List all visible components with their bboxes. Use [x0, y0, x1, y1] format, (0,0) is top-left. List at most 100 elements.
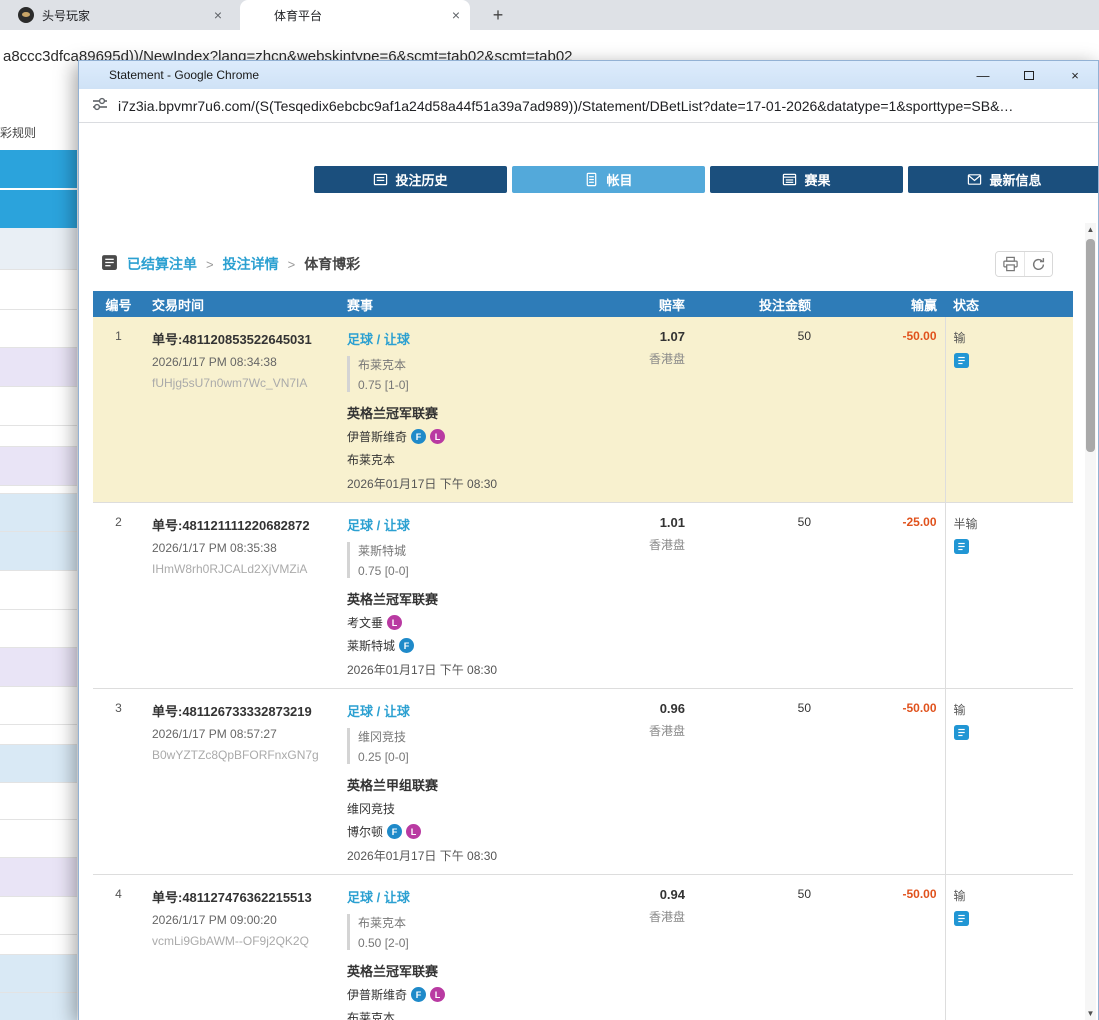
odds-value: 1.07 [602, 329, 685, 344]
bet-slip-icon[interactable] [954, 911, 969, 926]
team-line: 布莱克本 [347, 1009, 586, 1020]
history-icon [373, 172, 388, 187]
background-sidebar-row [0, 348, 77, 387]
bet-amount: 50 [693, 317, 819, 503]
badge-f-icon: F [411, 987, 426, 1002]
winloss-value: -50.00 [819, 875, 945, 1020]
team-name: 维冈竞技 [347, 800, 395, 817]
order-number: 单号:481120853522645031 [152, 329, 331, 348]
background-sidebar-row [0, 820, 77, 858]
site-settings-icon[interactable] [91, 95, 109, 116]
browser-tab-strip: 头号玩家 × 体育平台 × + [0, 0, 1099, 30]
background-sidebar-row [0, 610, 77, 648]
refresh-button[interactable] [1024, 252, 1052, 276]
popup-url-bar[interactable]: i7z3ia.bpvmr7u6.com/(S(Tesqedix6ebcbc9af… [79, 89, 1098, 123]
pick-name: 布莱克本 [358, 914, 586, 931]
background-sidebar-row [0, 935, 77, 955]
bet-type-link[interactable]: 足球 / 让球 [347, 518, 410, 533]
nav-label: 帐目 [606, 170, 632, 189]
ref-code: B0wYZTZc8QpBFORFnxGN7g [152, 748, 331, 762]
odds-type: 香港盘 [602, 350, 685, 367]
maximize-button[interactable] [1006, 61, 1052, 89]
nav-results-button[interactable]: 赛果 [710, 166, 903, 193]
header-odds: 赔率 [594, 291, 693, 317]
minimize-button[interactable]: — [960, 61, 1006, 89]
table-header: 编号 交易时间 赛事 赔率 投注金额 输赢 状态 [93, 291, 1073, 317]
background-sidebar-row [0, 648, 77, 687]
pick-name: 维冈竞技 [358, 728, 586, 745]
bet-table-body: 1 单号:481120853522645031 2026/1/17 PM 08:… [93, 317, 1073, 1020]
background-page-sidebar: 彩规则 [0, 64, 78, 1020]
pick-name: 布莱克本 [358, 356, 586, 373]
status-text: 输 [954, 329, 1066, 346]
popup-titlebar[interactable]: Statement - Google Chrome — × [79, 61, 1098, 89]
team-name: 伊普斯维奇 [347, 986, 407, 1003]
pick-block: 维冈竞技 0.25 [0-0] [347, 728, 586, 764]
breadcrumb-bet-details[interactable]: 投注详情 [223, 254, 279, 274]
breadcrumb-separator: > [206, 257, 214, 272]
team-name: 布莱克本 [347, 1009, 395, 1020]
scroll-up-icon[interactable]: ▲ [1085, 223, 1096, 236]
scrollbar-thumb[interactable] [1086, 239, 1095, 452]
breadcrumb-settled-bets[interactable]: 已结算注单 [127, 254, 197, 274]
nav-label: 最新信息 [989, 170, 1041, 189]
row-number: 2 [93, 503, 144, 689]
background-sidebar-row [0, 783, 77, 820]
handicap: 0.75 [0-0] [358, 564, 586, 578]
nav-bet-history-button[interactable]: 投注历史 [314, 166, 507, 193]
badge-l-icon: L [406, 824, 421, 839]
popup-scrollbar[interactable]: ▲ ▼ [1085, 223, 1096, 1020]
new-tab-button[interactable]: + [486, 4, 510, 28]
header-winloss: 输赢 [819, 291, 945, 317]
team-line: 莱斯特城F [347, 637, 586, 654]
background-sidebar-row [0, 447, 77, 486]
team-name: 布莱克本 [347, 451, 395, 468]
window-controls: — × [960, 61, 1098, 89]
tab-close-icon[interactable]: × [214, 8, 222, 22]
team-name: 莱斯特城 [347, 637, 395, 654]
table-row: 4 单号:481127476362215513 2026/1/17 PM 09:… [93, 875, 1073, 1020]
popup-url-text[interactable]: i7z3ia.bpvmr7u6.com/(S(Tesqedix6ebcbc9af… [118, 98, 1013, 114]
bet-statement-table: 编号 交易时间 赛事 赔率 投注金额 输赢 状态 1 单号:4811208535… [93, 291, 1073, 1020]
nav-latest-info-button[interactable]: 最新信息 [908, 166, 1098, 193]
close-button[interactable]: × [1052, 61, 1098, 89]
handicap: 0.25 [0-0] [358, 750, 586, 764]
nav-label: 投注历史 [395, 170, 447, 189]
bet-slip-icon[interactable] [954, 539, 969, 554]
team-line: 伊普斯维奇FL [347, 986, 586, 1003]
tab-close-icon[interactable]: × [452, 8, 460, 22]
team-name: 伊普斯维奇 [347, 428, 407, 445]
ref-code: vcmLi9GbAWM--OF9j2QK2Q [152, 934, 331, 948]
background-sidebar-row [0, 150, 77, 188]
bet-type-link[interactable]: 足球 / 让球 [347, 890, 410, 905]
background-sidebar-row [0, 426, 77, 447]
browser-tab-active[interactable]: 体育平台 × [240, 0, 470, 30]
league-name: 英格兰冠军联赛 [347, 961, 586, 980]
background-sidebar-row [0, 993, 77, 1020]
print-button[interactable] [996, 252, 1024, 276]
row-number: 4 [93, 875, 144, 1020]
table-row: 2 单号:481121111220682872 2026/1/17 PM 08:… [93, 503, 1073, 689]
breadcrumb-current: 体育博彩 [304, 254, 360, 274]
background-sidebar-row [0, 494, 77, 532]
nav-accounts-button[interactable]: 帐目 [512, 166, 705, 193]
browser-tab-inactive[interactable]: 头号玩家 × [8, 0, 232, 30]
team-line: 维冈竞技 [347, 800, 586, 817]
bet-amount: 50 [693, 503, 819, 689]
refresh-icon [1031, 257, 1046, 272]
bet-type-link[interactable]: 足球 / 让球 [347, 704, 410, 719]
bet-slip-icon[interactable] [954, 353, 969, 368]
winloss-value: -50.00 [819, 689, 945, 875]
scroll-down-icon[interactable]: ▼ [1085, 1007, 1096, 1020]
nav-label: 赛果 [804, 170, 830, 189]
teams: 伊普斯维奇FL布莱克本 [347, 428, 586, 468]
bet-type-link[interactable]: 足球 / 让球 [347, 332, 410, 347]
bet-slip-icon[interactable] [954, 725, 969, 740]
winloss-value: -50.00 [819, 317, 945, 503]
tab-label: 体育平台 [250, 7, 444, 24]
results-icon [782, 172, 797, 187]
background-sidebar-row [0, 387, 77, 426]
team-line: 博尔顿FL [347, 823, 586, 840]
tab-label: 头号玩家 [42, 7, 206, 24]
team-name: 考文垂 [347, 614, 383, 631]
